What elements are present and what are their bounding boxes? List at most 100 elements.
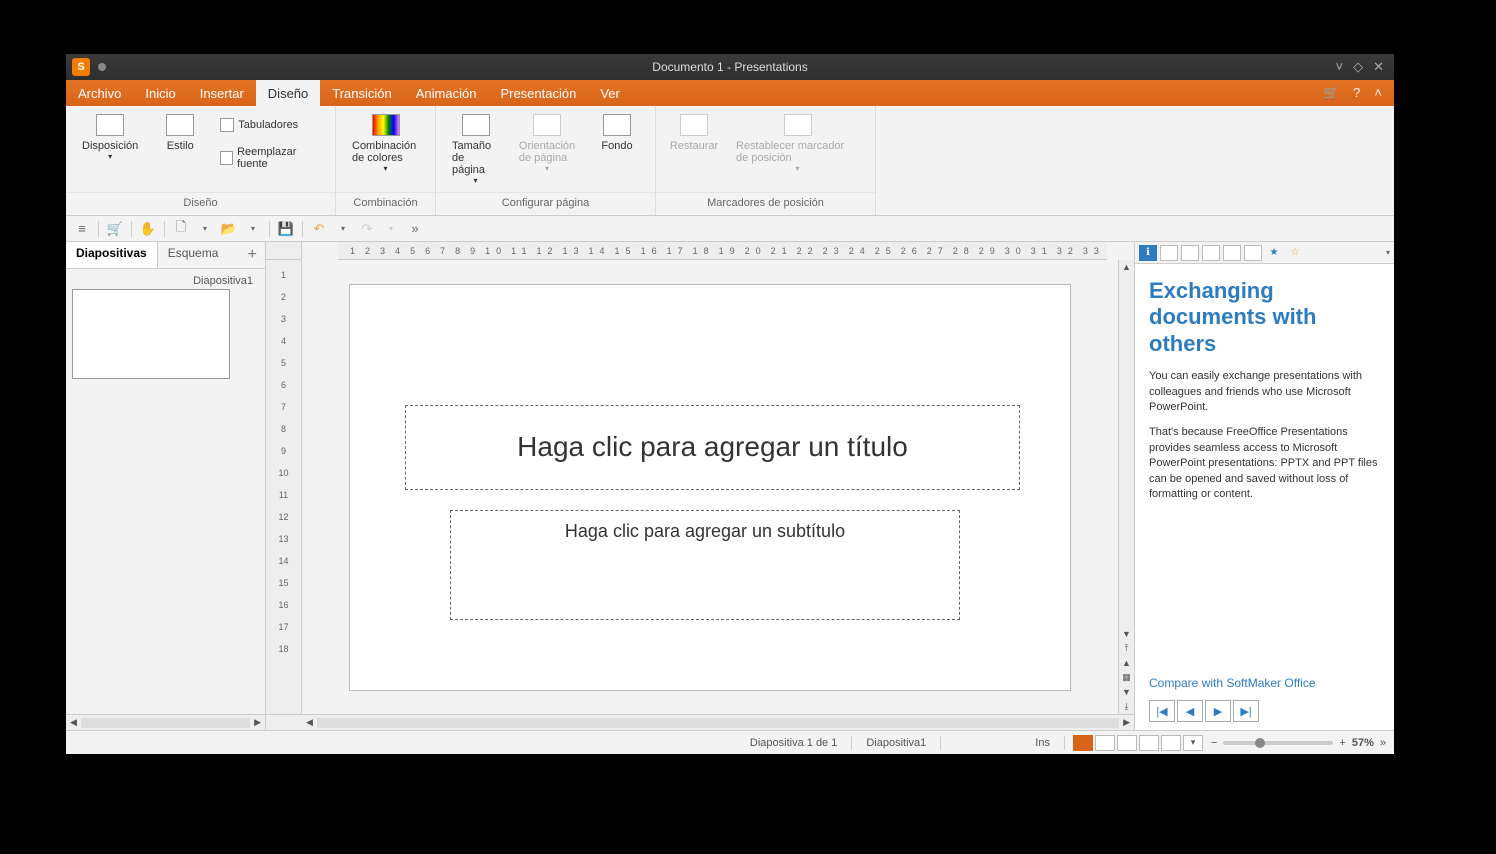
restablecer-marcador-button[interactable]: Restablecer marcador de posición▾	[730, 112, 865, 175]
quick-access-toolbar: ≡ 🛒 ✋ 🗋 ▾ 📂 ▾ 💾 ↶ ▾ ↷ ▾ »	[66, 216, 1394, 242]
info-paragraph: You can easily exchange presentations wi…	[1149, 369, 1380, 415]
style-icon	[166, 114, 194, 136]
zoom-slider[interactable]	[1223, 741, 1333, 745]
dropdown-icon[interactable]: ▾	[243, 219, 263, 239]
scroll-right-icon[interactable]: ▶	[1119, 717, 1134, 728]
tabuladores-button[interactable]: Tabuladores	[216, 116, 325, 134]
tab-animacion[interactable]: Animación	[404, 80, 489, 106]
scroll-right-icon[interactable]: ▶	[250, 717, 265, 728]
star-gold-icon[interactable]: ☆	[1286, 245, 1304, 261]
minimize-button[interactable]: ˅	[1336, 59, 1344, 75]
color-scheme-icon	[372, 114, 400, 136]
ribbon: Disposición▾ Estilo Tabuladores Reemplaz…	[66, 106, 1394, 216]
zoom-in-button[interactable]: +	[1339, 737, 1345, 749]
undo-icon[interactable]: ↶	[309, 219, 329, 239]
view-master-icon[interactable]	[1161, 735, 1181, 751]
star-blue-icon[interactable]: ★	[1265, 245, 1283, 261]
pane-tab-3-icon[interactable]	[1181, 245, 1199, 261]
h-scrollbar[interactable]	[81, 718, 250, 728]
next-slide-icon[interactable]: ▼	[1120, 685, 1133, 699]
info-paragraph: That's because FreeOffice Presentations …	[1149, 425, 1380, 502]
status-slide-info: Diapositiva 1 de 1	[744, 737, 843, 749]
dropdown-icon[interactable]: ▾	[381, 219, 401, 239]
nav-prev-button[interactable]: ◀	[1177, 700, 1203, 722]
slides-icon[interactable]: ▦	[1120, 670, 1133, 685]
nav-last-button[interactable]: ▶|	[1233, 700, 1259, 722]
vertical-ruler: 123456789101112131415161718	[266, 260, 302, 714]
view-sorter-icon[interactable]	[1095, 735, 1115, 751]
cart-icon[interactable]: 🛒	[1323, 85, 1339, 101]
combinacion-colores-button[interactable]: Combinación de colores▾	[346, 112, 425, 175]
status-bar: Diapositiva 1 de 1 Diapositiva1 Ins ▾ − …	[66, 730, 1394, 754]
nav-next-button[interactable]: ▶	[1205, 700, 1231, 722]
add-slide-button[interactable]: +	[240, 242, 265, 268]
estilo-button[interactable]: Estilo	[152, 112, 208, 163]
info-tab-icon[interactable]: ℹ	[1139, 245, 1157, 261]
scroll-down-icon[interactable]: ▼	[1120, 627, 1133, 641]
tab-inicio[interactable]: Inicio	[133, 80, 187, 106]
disposicion-button[interactable]: Disposición▾	[76, 112, 144, 163]
help-icon[interactable]: ?	[1353, 85, 1360, 101]
more-icon[interactable]: »	[405, 219, 425, 239]
close-button[interactable]: ✕	[1373, 59, 1384, 75]
first-slide-icon[interactable]: ⤒	[1123, 641, 1131, 656]
hand-icon[interactable]: ✋	[138, 219, 158, 239]
tab-transicion[interactable]: Transición	[320, 80, 403, 106]
title-placeholder[interactable]: Haga clic para agregar un título	[405, 405, 1020, 490]
redo-icon[interactable]: ↷	[357, 219, 377, 239]
pane-tab-2-icon[interactable]	[1160, 245, 1178, 261]
maximize-button[interactable]: ◇	[1353, 59, 1363, 75]
subtitle-placeholder[interactable]: Haga clic para agregar un subtítulo	[450, 510, 960, 620]
scroll-left-icon[interactable]: ◀	[66, 717, 81, 728]
background-icon	[603, 114, 631, 136]
dropdown-icon[interactable]: ▾	[195, 219, 215, 239]
tab-insertar[interactable]: Insertar	[188, 80, 256, 106]
view-normal-icon[interactable]	[1073, 735, 1093, 751]
tab-diseno[interactable]: Diseño	[256, 80, 320, 106]
dropdown-icon[interactable]: ▾	[333, 219, 353, 239]
titlebar: S Documento 1 - Presentations ˅ ◇ ✕	[66, 54, 1394, 80]
pane-dropdown-icon[interactable]: ▾	[1386, 248, 1390, 257]
cart-icon[interactable]: 🛒	[105, 219, 125, 239]
last-slide-icon[interactable]: ⤓	[1123, 699, 1131, 714]
prev-slide-icon[interactable]: ▲	[1120, 656, 1133, 670]
open-file-icon[interactable]: 📂	[219, 219, 239, 239]
tamano-pagina-button[interactable]: Tamaño de página▾	[446, 112, 505, 187]
hamburger-icon[interactable]: ≡	[72, 219, 92, 239]
ribbon-group-label: Configurar página	[436, 192, 655, 209]
view-outline-icon[interactable]	[1117, 735, 1137, 751]
app-icon: S	[72, 58, 90, 76]
slides-sidebar: Diapositivas Esquema + Diapositiva1 ◀ ▶	[66, 242, 266, 730]
save-icon[interactable]: 💾	[276, 219, 296, 239]
slide-thumbnail[interactable]	[72, 289, 230, 379]
tab-presentacion[interactable]: Presentación	[488, 80, 588, 106]
status-more-icon[interactable]: »	[1380, 737, 1394, 749]
new-file-icon[interactable]: 🗋	[171, 219, 191, 239]
vertical-scrollbar[interactable]: ▲ ▼ ⤒ ▲ ▦ ▼ ⤓	[1118, 260, 1134, 714]
pane-tab-6-icon[interactable]	[1244, 245, 1262, 261]
reemplazar-fuente-button[interactable]: Reemplazar fuente	[216, 144, 325, 172]
orientacion-pagina-button[interactable]: Orientación de página▾	[513, 112, 581, 175]
fondo-button[interactable]: Fondo	[589, 112, 645, 154]
restaurar-button[interactable]: Restaurar	[666, 112, 722, 154]
slide-canvas[interactable]: Haga clic para agregar un título Haga cl…	[350, 285, 1070, 690]
collapse-ribbon-icon[interactable]: ˄	[1374, 85, 1382, 101]
zoom-value: 57%	[1352, 737, 1374, 749]
tab-archivo[interactable]: Archivo	[66, 80, 133, 106]
tab-ver[interactable]: Ver	[588, 80, 632, 106]
scroll-left-icon[interactable]: ◀	[302, 717, 317, 728]
pane-tab-5-icon[interactable]	[1223, 245, 1241, 261]
scroll-up-icon[interactable]: ▲	[1120, 260, 1133, 274]
view-notes-icon[interactable]	[1139, 735, 1159, 751]
view-slideshow-icon[interactable]: ▾	[1183, 735, 1203, 751]
h-scrollbar[interactable]	[317, 718, 1119, 728]
compare-link[interactable]: Compare with SoftMaker Office	[1135, 670, 1394, 696]
status-ins: Ins	[1029, 737, 1056, 749]
font-replace-icon	[220, 151, 233, 165]
tab-diapositivas[interactable]: Diapositivas	[66, 242, 158, 268]
pane-tab-4-icon[interactable]	[1202, 245, 1220, 261]
tab-esquema[interactable]: Esquema	[158, 242, 229, 268]
zoom-out-button[interactable]: −	[1211, 737, 1217, 749]
nav-first-button[interactable]: |◀	[1149, 700, 1175, 722]
horizontal-ruler: 1234567891011121314151617181920212223242…	[338, 242, 1107, 260]
